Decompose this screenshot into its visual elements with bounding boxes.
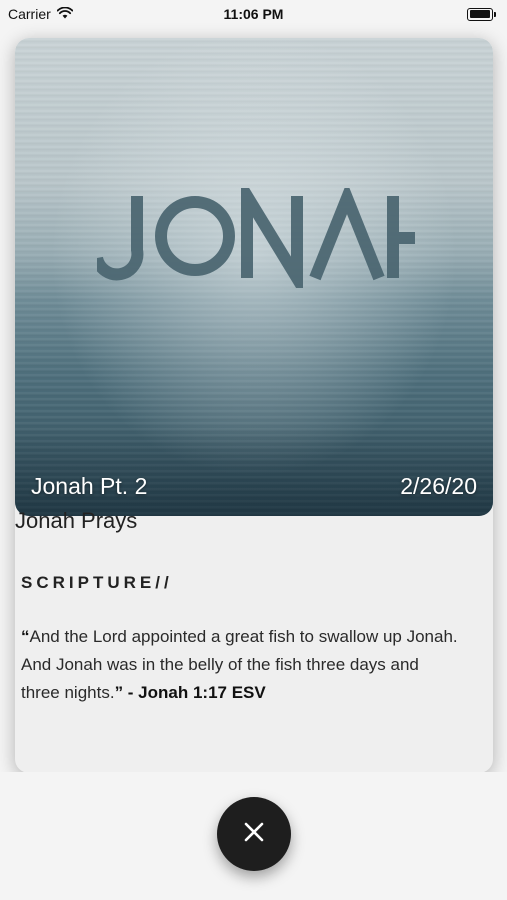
jonah-logo bbox=[97, 188, 415, 288]
scripture-text: “And the Lord appointed a great fish to … bbox=[21, 627, 458, 702]
close-icon bbox=[244, 822, 264, 847]
status-bar: Carrier 11:06 PM bbox=[0, 0, 507, 28]
section-heading: SCRIPTURE// bbox=[21, 573, 173, 592]
scripture-reference: - Jonah 1:17 ESV bbox=[127, 683, 266, 702]
close-button[interactable] bbox=[217, 797, 291, 871]
sermon-date: 2/26/20 bbox=[400, 473, 477, 499]
battery-icon bbox=[467, 7, 496, 21]
artwork-shade bbox=[15, 426, 493, 516]
sermon-artwork: Jonah Pt. 2 2/26/20 bbox=[15, 38, 493, 516]
series-part-label: Jonah Pt. 2 bbox=[31, 473, 148, 499]
status-time: 11:06 PM bbox=[223, 6, 284, 22]
sermon-title: Jonah Prays bbox=[15, 508, 138, 533]
